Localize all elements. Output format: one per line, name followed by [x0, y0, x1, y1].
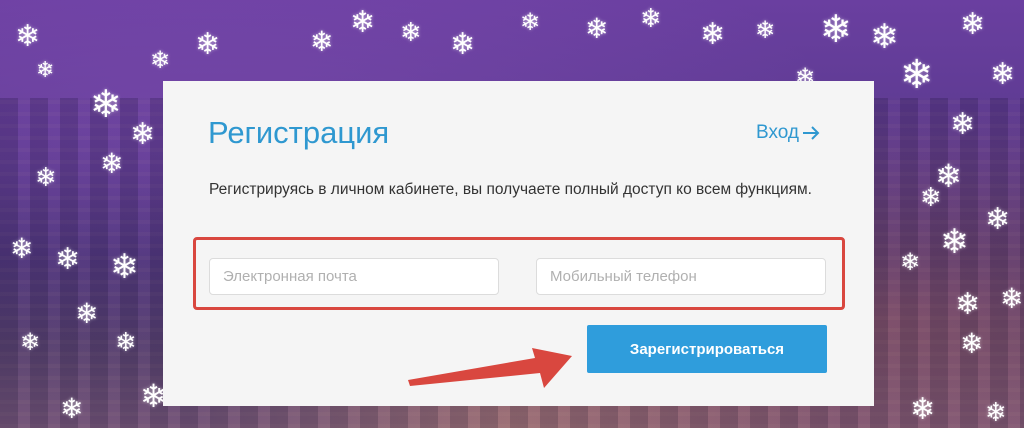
snowflake-icon: ❄	[700, 17, 726, 52]
snowflake-icon: ❄	[20, 328, 41, 356]
snowflake-icon: ❄	[60, 392, 84, 425]
snowflake-icon: ❄	[960, 7, 986, 42]
phone-field[interactable]	[536, 258, 826, 295]
snowflake-icon: ❄	[755, 16, 776, 44]
snowflake-icon: ❄	[75, 297, 99, 330]
snowflake-icon: ❄	[10, 232, 34, 265]
email-field[interactable]	[209, 258, 499, 295]
snowflake-icon: ❄	[870, 17, 899, 57]
snowflake-icon: ❄	[910, 392, 936, 427]
snowflake-icon: ❄	[955, 287, 981, 322]
snowflake-icon: ❄	[920, 183, 942, 213]
registration-description: Регистрируясь в личном кабинете, вы полу…	[209, 181, 812, 198]
snowflake-icon: ❄	[520, 8, 541, 36]
snowflake-icon: ❄	[1000, 282, 1024, 315]
snowflake-icon: ❄	[820, 7, 852, 51]
snowflake-icon: ❄	[150, 46, 171, 74]
login-link[interactable]: Вход	[756, 122, 820, 144]
snowflake-icon: ❄	[900, 52, 934, 98]
snowflake-icon: ❄	[35, 163, 57, 193]
snowflake-icon: ❄	[110, 247, 139, 287]
page-title: Регистрация	[208, 115, 390, 150]
snowflake-icon: ❄	[640, 4, 662, 34]
snowflake-icon: ❄	[100, 147, 124, 180]
snowflake-icon: ❄	[130, 117, 156, 152]
snowflake-icon: ❄	[950, 107, 976, 142]
snowflake-icon: ❄	[15, 19, 41, 54]
snowflake-icon: ❄	[900, 248, 921, 276]
registration-card: Регистрация Вход Регистрируясь в личном …	[163, 81, 874, 406]
snowflake-icon: ❄	[940, 222, 969, 262]
snowflake-icon: ❄	[400, 18, 422, 48]
snowflake-icon: ❄	[350, 5, 376, 40]
snowflake-icon: ❄	[985, 398, 1007, 428]
register-button[interactable]: Зарегистрироваться	[587, 325, 827, 373]
snowflake-icon: ❄	[960, 327, 984, 360]
snowflake-icon: ❄	[450, 27, 476, 62]
snowflake-icon: ❄	[36, 58, 55, 83]
snowflake-icon: ❄	[90, 82, 122, 126]
snowflake-icon: ❄	[55, 242, 81, 277]
snowflake-icon: ❄	[310, 25, 334, 58]
arrow-right-icon	[803, 126, 820, 140]
login-link-label: Вход	[756, 122, 799, 143]
snowflake-icon: ❄	[990, 57, 1016, 92]
snowflake-icon: ❄	[585, 12, 609, 45]
snowflake-icon: ❄	[115, 328, 137, 358]
snowflake-icon: ❄	[985, 202, 1011, 237]
snowflake-icon: ❄	[195, 27, 221, 62]
